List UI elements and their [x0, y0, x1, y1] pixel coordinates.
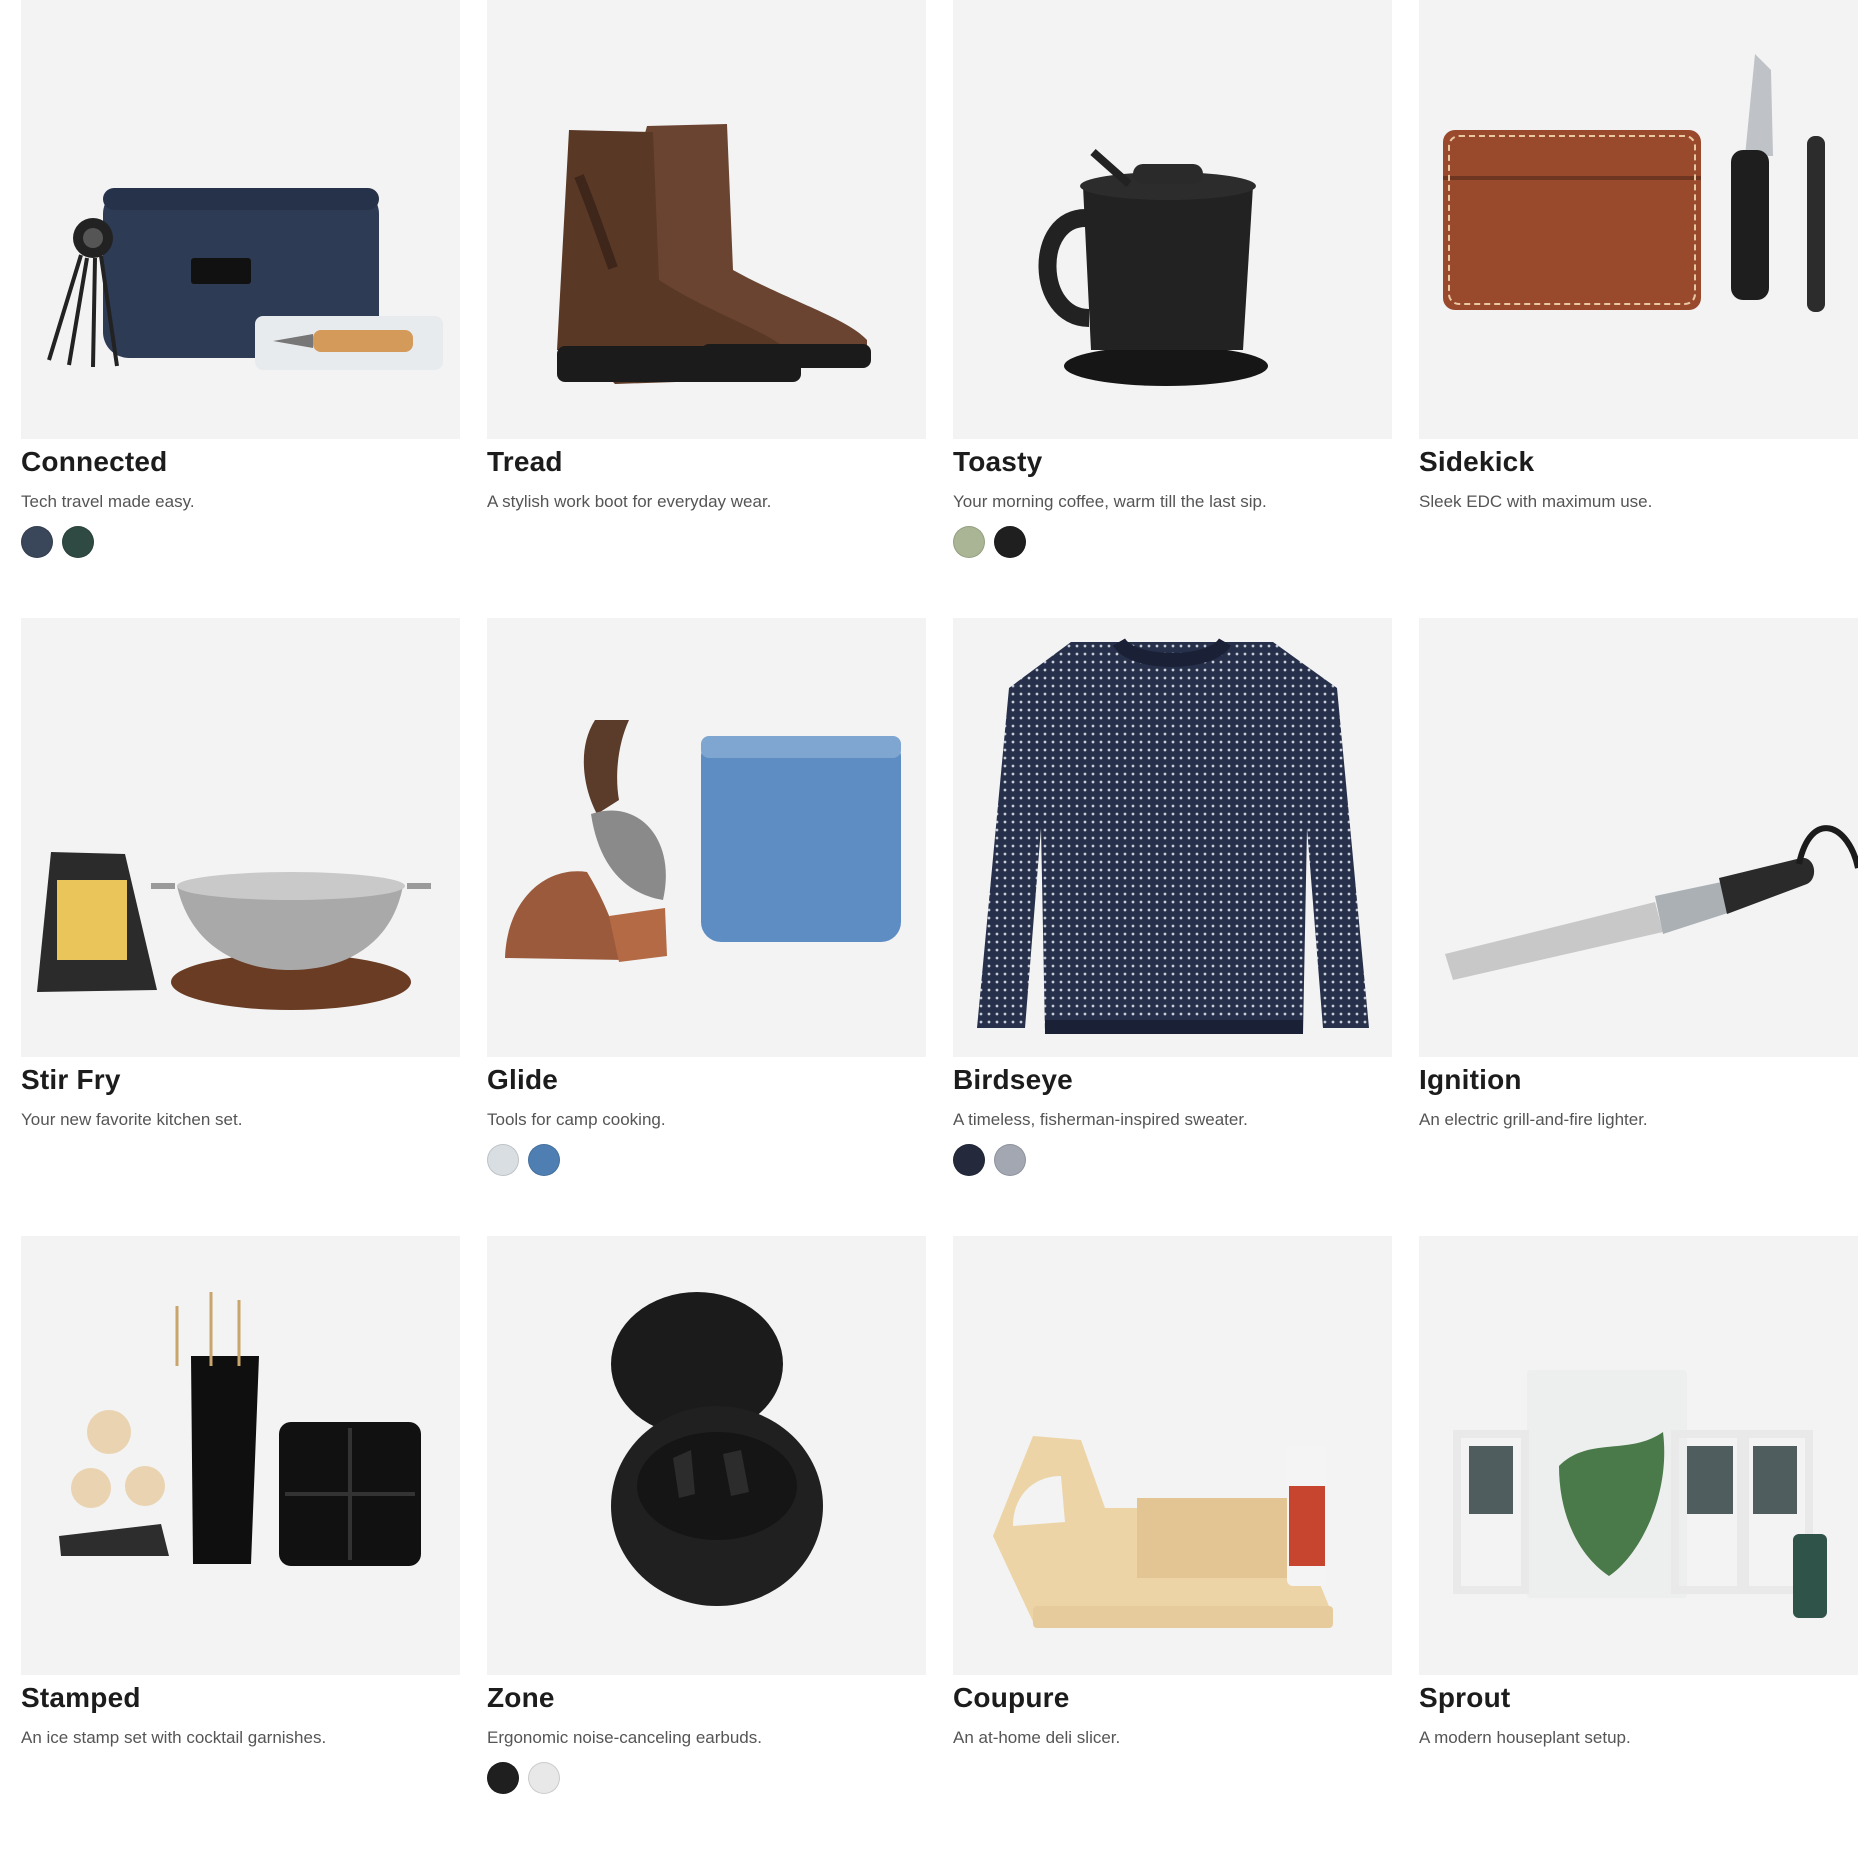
product-description: A timeless, fisherman-inspired sweater.	[953, 1110, 1248, 1129]
color-swatches	[953, 526, 1026, 558]
product-card[interactable]: Coupure An at-home deli slicer.	[953, 1236, 1392, 1854]
product-card[interactable]: Toasty Your morning coffee, warm till th…	[953, 0, 1392, 618]
product-card[interactable]: Ignition An electric grill-and-fire ligh…	[1419, 618, 1858, 1236]
product-image[interactable]	[21, 0, 460, 439]
product-card[interactable]: Connected Tech travel made easy.	[21, 0, 460, 618]
product-description: Tools for camp cooking.	[487, 1110, 666, 1129]
product-title[interactable]: Glide	[487, 1064, 558, 1096]
wallet-knife-icon	[1443, 54, 1825, 312]
product-description: Ergonomic noise-canceling earbuds.	[487, 1728, 762, 1747]
product-title[interactable]: Zone	[487, 1682, 555, 1714]
product-title[interactable]: Ignition	[1419, 1064, 1522, 1096]
product-title[interactable]: Sidekick	[1419, 446, 1534, 478]
wok-icon	[37, 852, 431, 1010]
product-card[interactable]: Birdseye A timeless, fisherman-inspired …	[953, 618, 1392, 1236]
product-description: Tech travel made easy.	[21, 492, 195, 511]
product-description: A stylish work boot for everyday wear.	[487, 492, 772, 511]
product-description: An ice stamp set with cocktail garnishes…	[21, 1728, 327, 1747]
color-swatch-blue[interactable]	[528, 1144, 560, 1176]
product-card[interactable]: Sidekick Sleek EDC with maximum use.	[1419, 0, 1858, 618]
product-image[interactable]	[953, 1236, 1392, 1675]
product-card[interactable]: Tread A stylish work boot for everyday w…	[487, 0, 926, 618]
product-image[interactable]	[21, 618, 460, 1057]
product-image[interactable]	[487, 618, 926, 1057]
color-swatch-sage[interactable]	[953, 526, 985, 558]
color-swatches	[487, 1144, 560, 1176]
color-swatch-black[interactable]	[487, 1762, 519, 1794]
product-image[interactable]	[1419, 618, 1858, 1057]
product-card[interactable]: Stamped An ice stamp set with cocktail g…	[21, 1236, 460, 1854]
color-swatch-grey[interactable]	[994, 1144, 1026, 1176]
color-swatch-black[interactable]	[994, 526, 1026, 558]
product-title[interactable]: Connected	[21, 446, 167, 478]
product-image[interactable]	[953, 618, 1392, 1057]
product-title[interactable]: Coupure	[953, 1682, 1070, 1714]
boots-icon	[557, 124, 871, 384]
color-swatches	[487, 1762, 560, 1794]
planter-icon	[1453, 1370, 1827, 1618]
product-title[interactable]: Tread	[487, 446, 563, 478]
deli-slicer-icon	[993, 1436, 1333, 1628]
color-swatch-green[interactable]	[62, 526, 94, 558]
product-image[interactable]	[487, 1236, 926, 1675]
color-swatches	[953, 1144, 1026, 1176]
product-title[interactable]: Toasty	[953, 446, 1042, 478]
product-description: Your new favorite kitchen set.	[21, 1110, 243, 1129]
product-card[interactable]: Sprout A modern houseplant setup.	[1419, 1236, 1858, 1854]
sweater-icon	[977, 637, 1369, 1034]
product-card[interactable]: Stir Fry Your new favorite kitchen set.	[21, 618, 460, 1236]
earbuds-icon	[611, 1292, 823, 1606]
product-description: An at-home deli slicer.	[953, 1728, 1121, 1747]
color-swatches	[21, 526, 94, 558]
fire-lighter-icon	[1445, 825, 1858, 980]
ice-stamp-icon	[59, 1292, 421, 1566]
product-image[interactable]	[487, 0, 926, 439]
color-swatch-navy[interactable]	[953, 1144, 985, 1176]
product-description: Sleek EDC with maximum use.	[1419, 492, 1653, 511]
product-image[interactable]	[1419, 1236, 1858, 1675]
tech-pouch-icon	[47, 188, 443, 370]
product-image[interactable]	[1419, 0, 1858, 439]
product-card[interactable]: Glide Tools for camp cooking.	[487, 618, 926, 1236]
product-description: An electric grill-and-fire lighter.	[1419, 1110, 1648, 1129]
product-title[interactable]: Birdseye	[953, 1064, 1073, 1096]
product-image[interactable]	[21, 1236, 460, 1675]
color-swatch-clear[interactable]	[487, 1144, 519, 1176]
product-image[interactable]	[953, 0, 1392, 439]
color-swatch-navy[interactable]	[21, 526, 53, 558]
product-description: A modern houseplant setup.	[1419, 1728, 1631, 1747]
product-description: Your morning coffee, warm till the last …	[953, 492, 1267, 511]
color-swatch-white[interactable]	[528, 1762, 560, 1794]
product-title[interactable]: Sprout	[1419, 1682, 1510, 1714]
product-title[interactable]: Stir Fry	[21, 1064, 121, 1096]
product-grid: Connected Tech travel made easy. Tread A…	[21, 0, 1861, 1854]
mug-icon	[1038, 149, 1268, 386]
product-card[interactable]: Zone Ergonomic noise-canceling earbuds.	[487, 1236, 926, 1854]
knife-bag-icon	[505, 720, 901, 962]
product-title[interactable]: Stamped	[21, 1682, 141, 1714]
